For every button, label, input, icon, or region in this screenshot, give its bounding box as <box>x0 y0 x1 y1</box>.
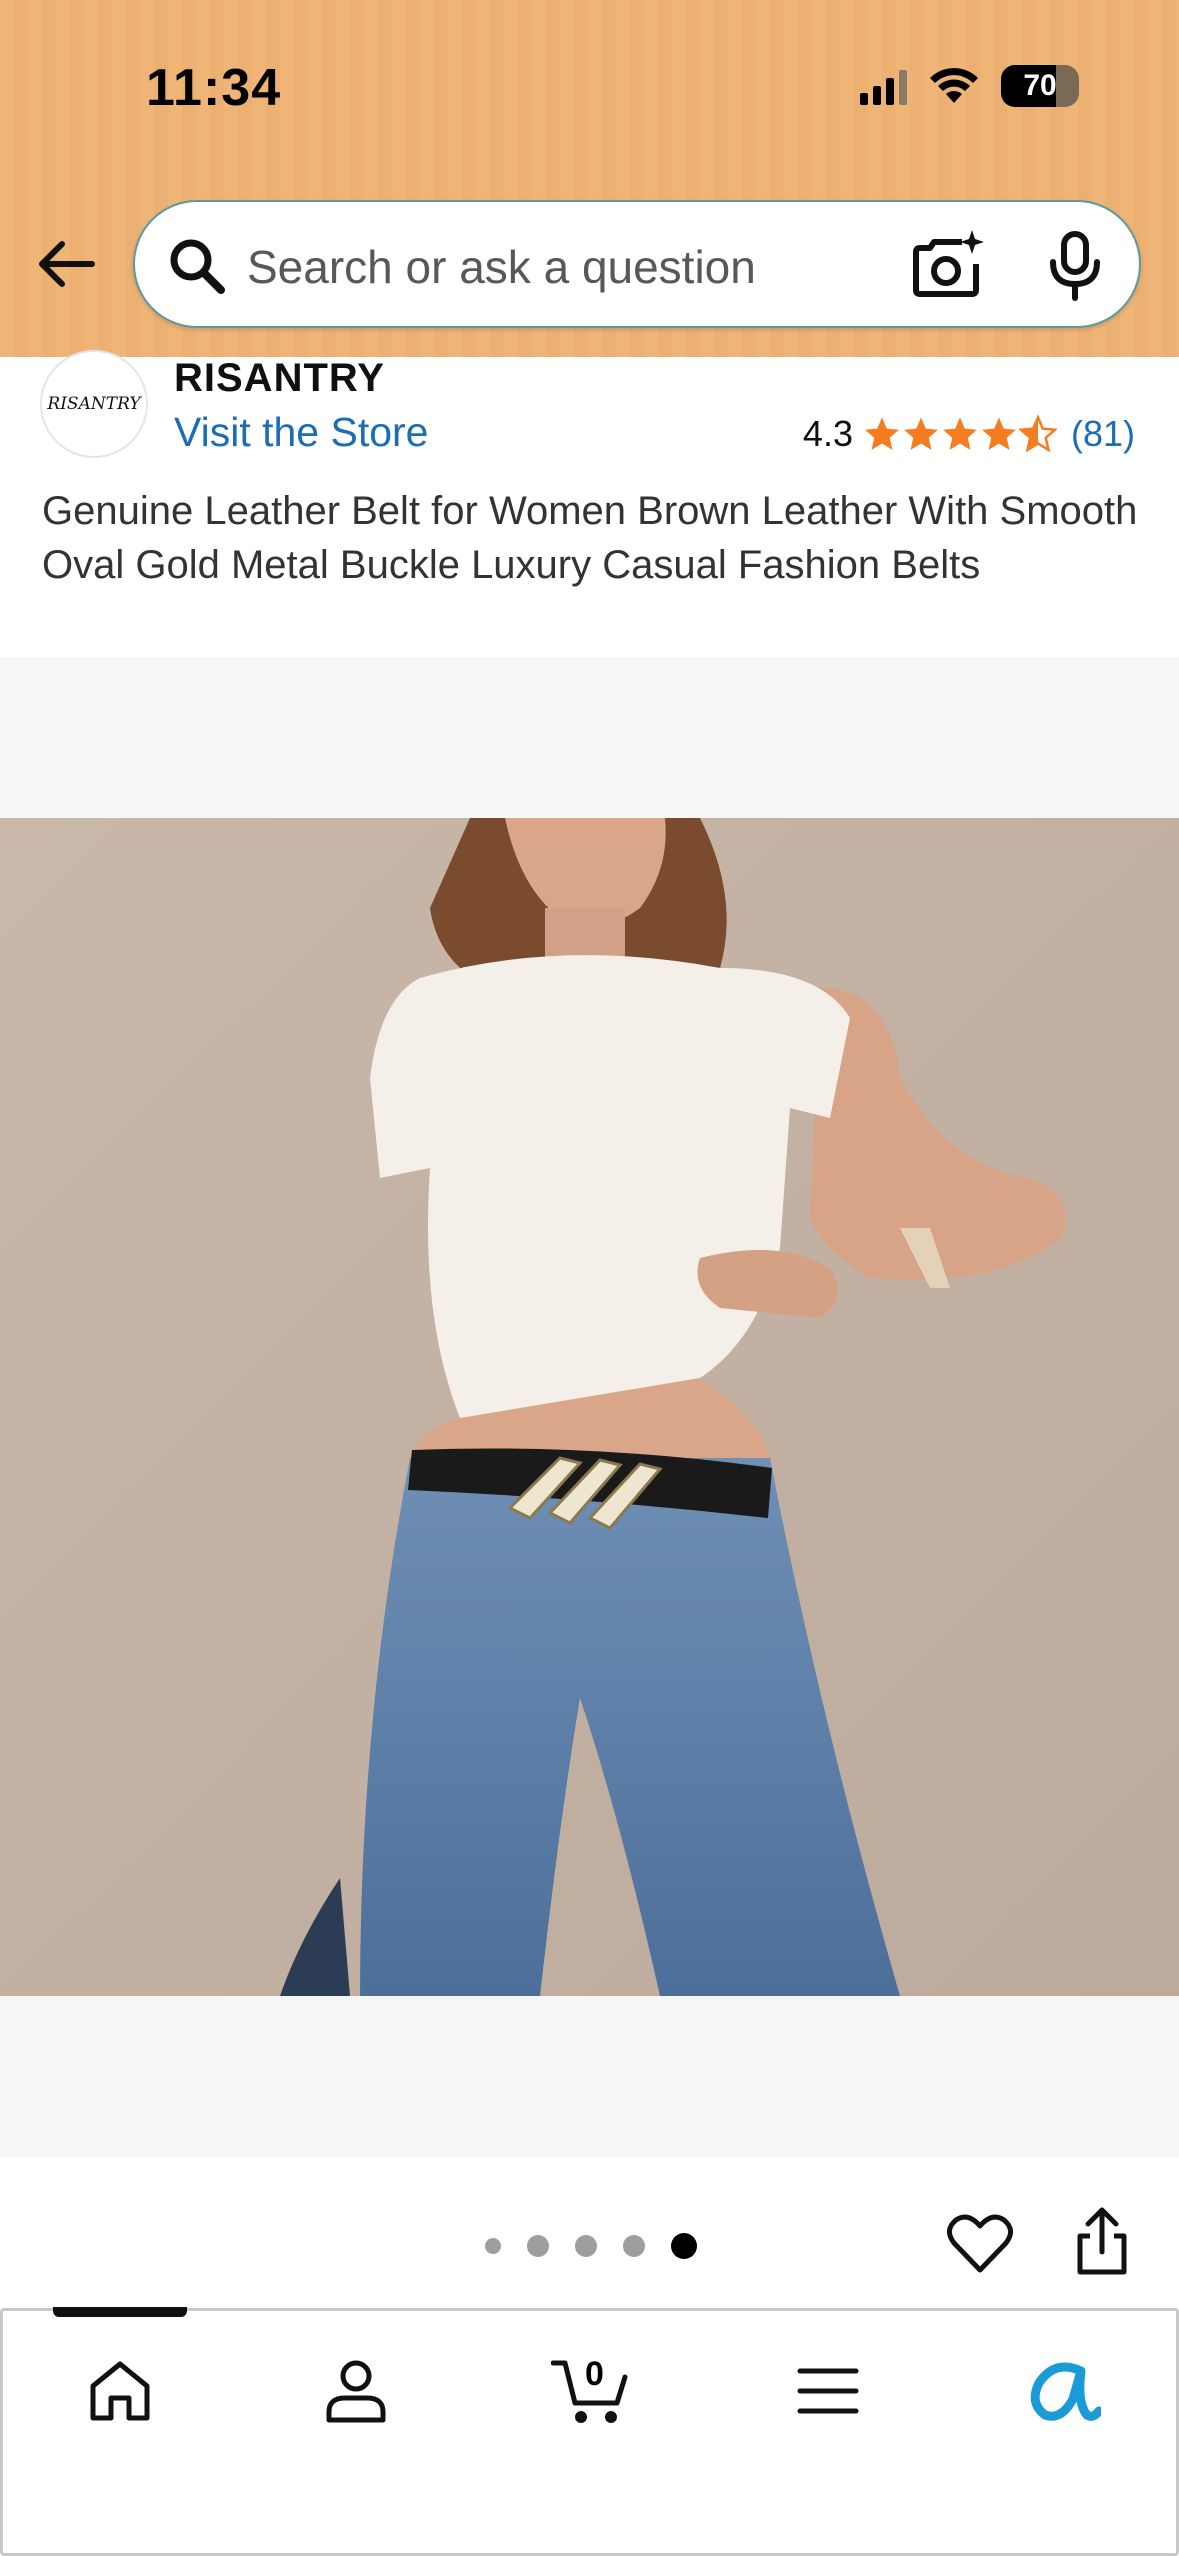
battery-level: 70 <box>1023 69 1057 102</box>
share-icon[interactable] <box>1070 2206 1134 2278</box>
wifi-icon <box>930 68 978 103</box>
cart-count: 0 <box>585 2355 604 2393</box>
cellular-signal-icon <box>860 67 907 105</box>
star-icon <box>865 417 899 450</box>
home-icon <box>90 2361 150 2421</box>
microphone-icon[interactable] <box>1045 230 1105 302</box>
product-title: Genuine Leather Belt for Women Brown Lea… <box>42 489 1138 587</box>
visit-store-link[interactable]: Visit the Store <box>174 409 429 456</box>
nav-home[interactable] <box>80 2351 160 2431</box>
star-rating <box>863 415 1057 453</box>
nav-account[interactable] <box>316 2351 396 2431</box>
search-bar[interactable]: Search or ask a question <box>133 200 1141 328</box>
half-star-icon <box>1018 415 1057 453</box>
gallery-dot-active[interactable] <box>671 2233 697 2259</box>
product-image[interactable] <box>0 818 1179 1996</box>
gallery-dot[interactable] <box>485 2238 501 2254</box>
rating-summary[interactable]: 4.3 (81) <box>803 413 1135 455</box>
rufus-icon <box>1030 2362 1101 2421</box>
status-icons: 70 <box>860 62 1079 110</box>
menu-icon <box>797 2368 859 2414</box>
gallery-dot[interactable] <box>575 2235 597 2257</box>
rating-value: 4.3 <box>802 413 853 454</box>
store-logo-text: RISANTRY <box>47 394 141 414</box>
gallery-page-dots[interactable] <box>485 2233 697 2259</box>
heart-icon[interactable] <box>946 2210 1014 2278</box>
back-arrow-icon[interactable] <box>34 232 98 296</box>
camera-search-icon[interactable] <box>910 228 986 304</box>
store-logo[interactable]: RISANTRY <box>40 350 148 458</box>
brand-name: RISANTRY <box>174 356 385 400</box>
gallery-dot[interactable] <box>527 2235 549 2257</box>
nav-cart[interactable]: 0 <box>551 2351 631 2431</box>
search-icon <box>170 239 225 294</box>
nav-rufus[interactable] <box>1023 2351 1103 2431</box>
gallery-dot[interactable] <box>623 2235 645 2257</box>
app-header: 11:34 70 Search or ask a question <box>0 0 1179 357</box>
review-count[interactable]: (81) <box>1071 413 1135 455</box>
battery-icon: 70 <box>1001 65 1079 107</box>
star-icon <box>943 417 977 450</box>
search-input[interactable]: Search or ask a question <box>247 240 756 294</box>
status-time: 11:34 <box>146 59 282 117</box>
account-icon <box>326 2360 386 2423</box>
bottom-navigation: 0 <box>0 2307 1179 2556</box>
star-icon <box>982 417 1016 450</box>
star-icon <box>904 417 938 450</box>
active-tab-indicator <box>53 2307 187 2317</box>
nav-menu[interactable] <box>788 2351 868 2431</box>
